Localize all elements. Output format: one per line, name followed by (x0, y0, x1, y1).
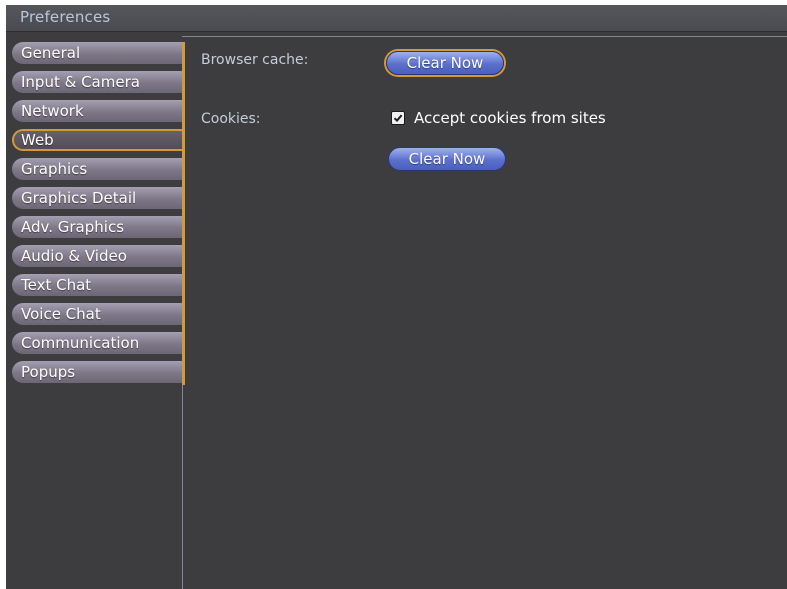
tab-input-camera[interactable]: Input & Camera (12, 71, 182, 93)
tab-web[interactable]: Web (12, 129, 182, 151)
tab-popups[interactable]: Popups (12, 361, 182, 383)
tab-network[interactable]: Network (12, 100, 182, 122)
clear-cache-button[interactable]: Clear Now (386, 51, 504, 75)
panel-divider (182, 385, 183, 589)
checkmark-icon (393, 114, 403, 123)
preferences-window: Preferences General Input & Camera Netwo… (6, 5, 787, 589)
accept-cookies-label: Accept cookies from sites (414, 109, 606, 127)
tab-adv-graphics[interactable]: Adv. Graphics (12, 216, 182, 238)
clear-cookies-button[interactable]: Clear Now (388, 147, 506, 171)
tab-general[interactable]: General (12, 42, 182, 64)
window-title: Preferences (20, 8, 111, 26)
accept-cookies-checkbox[interactable] (391, 111, 405, 125)
tab-communication[interactable]: Communication (12, 332, 182, 354)
tab-audio-video[interactable]: Audio & Video (12, 245, 182, 267)
tab-voice-chat[interactable]: Voice Chat (12, 303, 182, 325)
browser-cache-label: Browser cache: (201, 52, 309, 68)
tab-text-chat[interactable]: Text Chat (12, 274, 182, 296)
tab-graphics[interactable]: Graphics (12, 158, 182, 180)
sidebar-tabs: General Input & Camera Network Web Graph… (12, 42, 182, 390)
cookies-label: Cookies: (201, 111, 261, 127)
content-top-border (182, 36, 787, 37)
tab-graphics-detail[interactable]: Graphics Detail (12, 187, 182, 209)
title-bar[interactable]: Preferences (6, 5, 787, 32)
active-tab-accent (182, 42, 185, 385)
